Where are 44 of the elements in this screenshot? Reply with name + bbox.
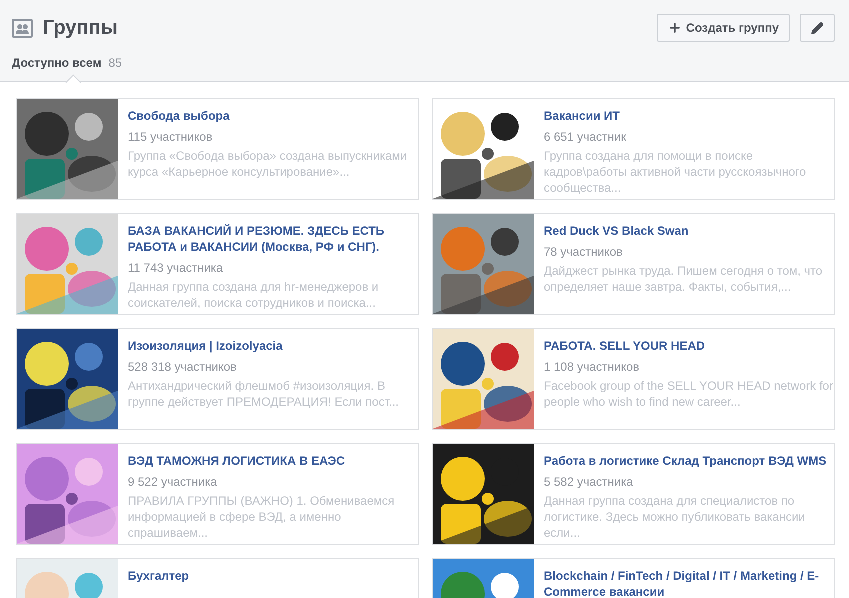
member-count: 5 582 участника bbox=[544, 474, 634, 490]
group-description: Facebook group of the SELL YOUR HEAD network for people who wish to find new career... bbox=[544, 378, 834, 410]
group-card[interactable]: Свобода выбора 115 участников Группа «Свобода выбора» создана выпускниками курса «Карьерное консультирование»... bbox=[16, 98, 419, 200]
group-card[interactable]: Работа в логистике Склад Транспорт ВЭД WMS 5 582 участника Данная группа создана для специалистов по логистике. Здесь можно публиковать вакансии если... bbox=[432, 443, 835, 545]
group-name[interactable]: Red Duck VS Black Swan bbox=[544, 223, 834, 239]
group-description: Дайджест рынка труда. Пишем сегодня о том, что определяет наше завтра. Факты, события,... bbox=[544, 263, 824, 295]
group-card[interactable]: РАБОТА. SELL YOUR HEAD 1 108 участников Facebook group of the SELL YOUR HEAD network for people who wish to find new career... bbox=[432, 328, 835, 430]
member-count: 6 651 участник bbox=[544, 129, 628, 145]
member-count: 78 участников bbox=[544, 244, 624, 260]
member-count: 115 участников bbox=[128, 129, 214, 145]
group-description: Группа «Свобода выбора» создана выпускниками курса «Карьерное консультирование»... bbox=[128, 148, 408, 180]
group-name[interactable]: Работа в логистике Склад Транспорт ВЭД WMS bbox=[544, 453, 834, 469]
page-title: Группы bbox=[43, 16, 118, 40]
plus-icon bbox=[668, 21, 682, 35]
group-name[interactable]: Бухгалтер bbox=[128, 568, 190, 584]
group-description: Группа создана для помощи в поиске кадров\работы активной части русскоязычного сообщества... bbox=[544, 148, 808, 196]
group-name[interactable]: БАЗА ВАКАНСИЙ И РЕЗЮМЕ. ЗДЕСЬ ЕСТЬ РАБОТА и ВАКАНСИИ (Москва, РФ и СНГ). bbox=[128, 223, 418, 255]
group-description: Данная группа создана для hr-менеджеров и соискателей, поиска сотрудников и поиска... bbox=[128, 279, 380, 311]
tab-count: 85 bbox=[108, 56, 122, 70]
tab[interactable]: Доступно всем bbox=[12, 56, 102, 70]
member-count: 1 108 участников bbox=[544, 359, 641, 375]
group-name[interactable]: Вакансии ИТ bbox=[544, 108, 834, 124]
create-group-button[interactable]: Создать группу bbox=[657, 14, 790, 42]
group-card[interactable]: Вакансии ИТ 6 651 участник Группа создана для помощи в поиске кадров\работы активной части русскоязычного сообщества... bbox=[432, 98, 835, 200]
group-card[interactable]: Бухгалтер bbox=[16, 558, 419, 598]
group-card[interactable]: Blockchain / FinTech / Digital / IT / Marketing / E-Commerce вакансии bbox=[432, 558, 835, 598]
group-card[interactable]: Red Duck VS Black Swan 78 участников Дайджест рынка труда. Пишем сегодня о том, что определяет наше завтра. Факты, события,... bbox=[432, 213, 835, 315]
member-count: 528 318 участников bbox=[128, 359, 238, 375]
group-description: Антихандрический флешмоб #изоизоляция. В группе действует ПРЕМОДЕРАЦИЯ! Если пост... bbox=[128, 378, 400, 410]
group-name[interactable]: Свобода выбора bbox=[128, 108, 418, 124]
group-description: Данная группа создана для специалистов по логистике. Здесь можно публиковать вакансии если... bbox=[544, 493, 806, 541]
member-count: 11 743 участника bbox=[128, 260, 224, 276]
group-icon bbox=[12, 18, 33, 38]
group-card[interactable]: БАЗА ВАКАНСИЙ И РЕЗЮМЕ. ЗДЕСЬ ЕСТЬ РАБОТА и ВАКАНСИИ (Москва, РФ и СНГ). 11 743 участника Данная группа создана для hr-менеджеров и соискателей, поиска сотрудников и поиска... bbox=[16, 213, 419, 315]
group-card[interactable]: ВЭД ТАМОЖНЯ ЛОГИСТИКА В ЕАЭС 9 522 участника ПРАВИЛА ГРУППЫ (ВАЖНО) 1. Обмениваемся информацией в сфере ВЭД, а именно спрашиваем... bbox=[16, 443, 419, 545]
group-name[interactable]: Изоизоляция | Izoizolyacia bbox=[128, 338, 418, 354]
group-card[interactable]: Изоизоляция | Izoizolyacia 528 318 участников Антихандрический флешмоб #изоизоляция. В группе действует ПРЕМОДЕРАЦИЯ! Если пост... bbox=[16, 328, 419, 430]
pencil-icon bbox=[811, 22, 824, 34]
group-description: ПРАВИЛА ГРУППЫ (ВАЖНО) 1. Обмениваемся информацией в сфере ВЭД, а именно спрашиваем... bbox=[128, 493, 396, 541]
group-name[interactable]: ВЭД ТАМОЖНЯ ЛОГИСТИКА В ЕАЭС bbox=[128, 453, 418, 469]
member-count: 9 522 участника bbox=[128, 474, 218, 490]
group-name[interactable]: РАБОТА. SELL YOUR HEAD bbox=[544, 338, 834, 354]
group-name[interactable]: Blockchain / FinTech / Digital / IT / Marketing / E-Commerce вакансии bbox=[544, 568, 834, 598]
edit-button[interactable] bbox=[800, 14, 835, 42]
